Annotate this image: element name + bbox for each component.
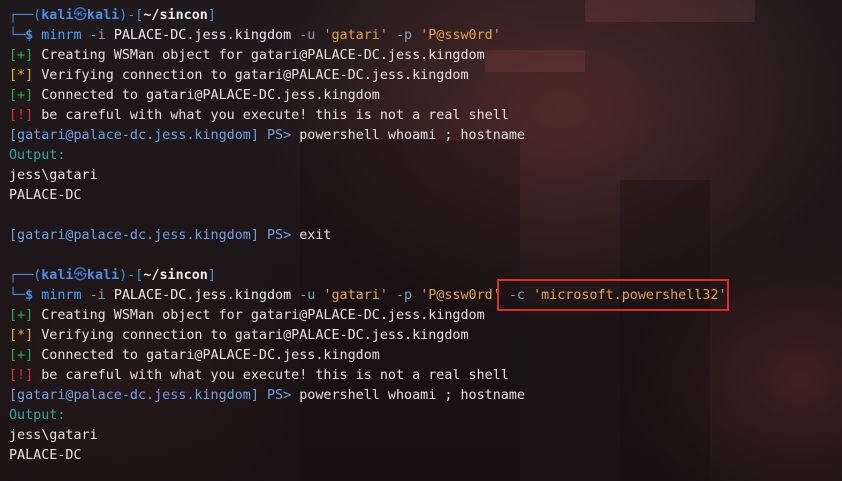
output-line: jess\gatari <box>9 426 842 446</box>
prompt-corner: ┌──( <box>9 8 42 23</box>
command-string: 'P@ssw0rd' <box>420 288 501 303</box>
prompt-dollar: $ <box>25 28 34 43</box>
status-tag: [*] <box>9 328 34 343</box>
command-string: 'P@ssw0rd' <box>420 28 501 43</box>
prompt-corner: └─ <box>9 28 26 43</box>
command-option: -u <box>299 288 316 303</box>
prompt-user: kali <box>41 268 74 283</box>
prompt-path: ~/sincon <box>143 268 208 283</box>
output-line: [*] Verifying connection to gatari@PALAC… <box>9 326 842 346</box>
prompt-dollar: $ <box>25 288 34 303</box>
status-tag: [!] <box>9 368 34 383</box>
status-text: Creating WSMan object for gatari@PALACE-… <box>41 48 485 63</box>
output-line: jess\gatari <box>9 166 842 186</box>
prompt-bracket: ] <box>207 268 216 283</box>
command-option: -i <box>89 288 106 303</box>
status-text: be careful with what you execute! this i… <box>41 108 509 123</box>
prompt-separator: )-[ <box>119 8 144 23</box>
output-line: Output: <box>9 146 842 166</box>
prompt-corner: └─ <box>9 288 26 303</box>
output-line: PALACE-DC <box>9 186 842 206</box>
output-line: [!] be careful with what you execute! th… <box>9 106 842 126</box>
output-value: PALACE-DC <box>9 448 82 463</box>
shell-prompt-line: ┌──(kali㉿kali)-[~/sincon] <box>9 6 842 26</box>
output-label: Output: <box>9 408 66 423</box>
status-text: be careful with what you execute! this i… <box>41 368 509 383</box>
kali-skull-icon: ㉿ <box>73 268 87 283</box>
output-line: [+] Creating WSMan object for gatari@PAL… <box>9 46 842 66</box>
status-text: Connected to gatari@PALACE-DC.jess.kingd… <box>41 88 380 103</box>
ps-prompt-marker: PS> <box>266 228 292 243</box>
output-line: Output: <box>9 406 842 426</box>
shell-prompt-line: ┌──(kali㉿kali)-[~/sincon] <box>9 266 842 286</box>
ps-command: powershell whoami ; hostname <box>299 128 525 143</box>
command-binary: minrm <box>41 288 82 303</box>
output-value: jess\gatari <box>9 428 98 443</box>
status-text: Verifying connection to gatari@PALACE-DC… <box>41 68 469 83</box>
output-line: [*] Verifying connection to gatari@PALAC… <box>9 66 842 86</box>
ps-prompt-line: [gatari@palace-dc.jess.kingdom] PS> exit <box>9 226 842 246</box>
ps-prompt-line: [gatari@palace-dc.jess.kingdom] PS> powe… <box>9 386 842 406</box>
output-line: [!] be careful with what you execute! th… <box>9 366 842 386</box>
output-line: PALACE-DC <box>9 446 842 466</box>
output-label: Output: <box>9 148 66 163</box>
status-text: Creating WSMan object for gatari@PALACE-… <box>41 308 485 323</box>
status-tag: [+] <box>9 308 34 323</box>
command-option: -p <box>396 28 413 43</box>
ps-prompt-marker: PS> <box>266 128 292 143</box>
ps-prompt-host: [gatari@palace-dc.jess.kingdom] <box>9 128 259 143</box>
ps-prompt-line: [gatari@palace-dc.jess.kingdom] PS> powe… <box>9 126 842 146</box>
ps-command: powershell whoami ; hostname <box>299 388 525 403</box>
output-line: [+] Connected to gatari@PALACE-DC.jess.k… <box>9 86 842 106</box>
output-value: jess\gatari <box>9 168 98 183</box>
output-line: [+] Creating WSMan object for gatari@PAL… <box>9 306 842 326</box>
command-target: PALACE-DC.jess.kingdom <box>113 288 292 303</box>
status-tag: [+] <box>9 48 34 63</box>
command-option: -p <box>396 288 413 303</box>
prompt-separator: )-[ <box>119 268 144 283</box>
ps-command: exit <box>299 228 332 243</box>
status-text: Verifying connection to gatari@PALACE-DC… <box>41 328 469 343</box>
ps-prompt-marker: PS> <box>266 388 292 403</box>
command-line: └─$ minrm -i PALACE-DC.jess.kingdom -u '… <box>9 26 842 46</box>
command-string: 'microsoft.powershell32' <box>533 288 727 303</box>
command-line: └─$ minrm -i PALACE-DC.jess.kingdom -u '… <box>9 286 842 306</box>
prompt-host: kali <box>86 8 120 23</box>
terminal-window[interactable]: ┌──(kali㉿kali)-[~/sincon] └─$ minrm -i P… <box>9 6 842 466</box>
command-target: PALACE-DC.jess.kingdom <box>113 28 292 43</box>
prompt-host: kali <box>86 268 120 283</box>
prompt-user: kali <box>41 8 74 23</box>
output-line: [+] Connected to gatari@PALACE-DC.jess.k… <box>9 346 842 366</box>
command-string: 'gatari' <box>323 28 388 43</box>
status-tag: [*] <box>9 68 34 83</box>
prompt-path: ~/sincon <box>143 8 208 23</box>
status-text: Connected to gatari@PALACE-DC.jess.kingd… <box>41 348 380 363</box>
output-value: PALACE-DC <box>9 188 82 203</box>
command-option: -u <box>299 28 316 43</box>
command-string: 'gatari' <box>323 288 388 303</box>
ps-prompt-host: [gatari@palace-dc.jess.kingdom] <box>9 388 259 403</box>
status-tag: [+] <box>9 88 34 103</box>
prompt-bracket: ] <box>207 8 216 23</box>
status-tag: [!] <box>9 108 34 123</box>
command-option: -c <box>508 288 525 303</box>
ps-prompt-host: [gatari@palace-dc.jess.kingdom] <box>9 228 259 243</box>
prompt-corner: ┌──( <box>9 268 42 283</box>
kali-skull-icon: ㉿ <box>73 8 87 23</box>
status-tag: [+] <box>9 348 34 363</box>
command-binary: minrm <box>41 28 82 43</box>
command-option: -i <box>89 28 106 43</box>
